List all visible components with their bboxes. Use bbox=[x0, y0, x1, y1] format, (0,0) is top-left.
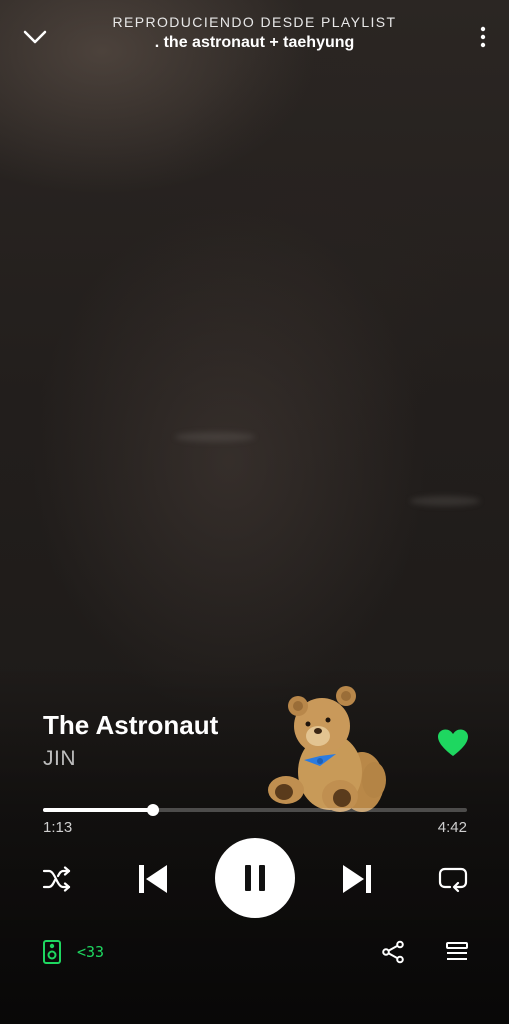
playlist-name: . the astronaut + taehyung bbox=[154, 34, 355, 51]
pause-button[interactable] bbox=[215, 838, 295, 918]
speaker-device-icon[interactable] bbox=[42, 939, 62, 965]
share-icon[interactable] bbox=[381, 940, 405, 964]
skip-previous-icon[interactable] bbox=[134, 860, 172, 898]
artist-name[interactable]: JIN bbox=[43, 747, 218, 771]
track-title[interactable]: The Astronaut bbox=[43, 710, 218, 741]
seek-bar-handle[interactable] bbox=[146, 804, 159, 816]
seek-bar[interactable] bbox=[43, 804, 467, 816]
now-playing-header: REPRODUCIENDO DESDE PLAYLIST . the astro… bbox=[0, 0, 509, 70]
queue-icon[interactable] bbox=[445, 940, 469, 964]
background-detail bbox=[175, 432, 255, 442]
teddy-bear-sticker bbox=[262, 684, 396, 818]
pause-icon bbox=[245, 865, 265, 891]
track-info: The Astronaut JIN bbox=[43, 710, 218, 771]
more-vertical-icon[interactable] bbox=[477, 22, 489, 52]
skip-next-icon[interactable] bbox=[338, 860, 376, 898]
chevron-down-icon[interactable] bbox=[20, 22, 50, 52]
elapsed-time: 1:13 bbox=[43, 819, 73, 836]
seek-bar-fill bbox=[43, 808, 153, 812]
playback-context[interactable]: REPRODUCIENDO DESDE PLAYLIST . the astro… bbox=[60, 14, 449, 52]
shuffle-icon[interactable] bbox=[40, 862, 74, 896]
connected-device-name[interactable]: <33 bbox=[77, 943, 104, 961]
like-heart-icon[interactable] bbox=[437, 728, 469, 758]
context-label: REPRODUCIENDO DESDE PLAYLIST bbox=[112, 14, 397, 30]
repeat-icon[interactable] bbox=[436, 862, 470, 896]
total-time: 4:42 bbox=[437, 819, 467, 836]
background-detail bbox=[410, 496, 480, 506]
